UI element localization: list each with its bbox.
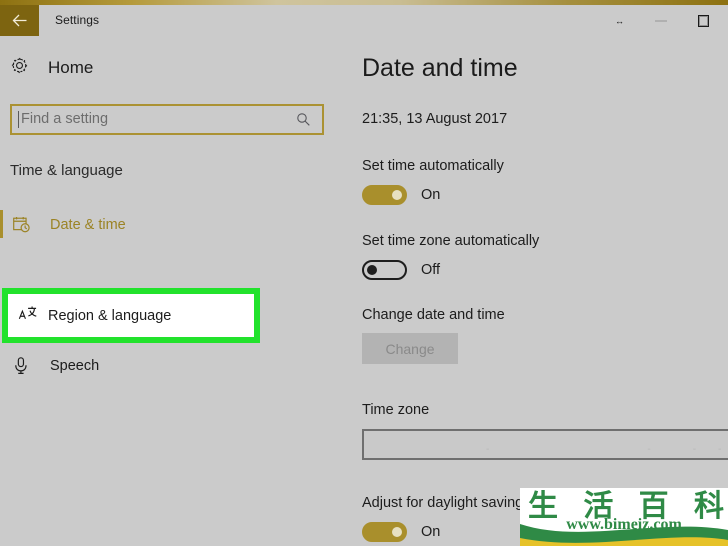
change-date-time-label: Change date and time (362, 307, 505, 323)
timezone-faded-marks: - - - - (364, 444, 728, 455)
maximize-icon (697, 14, 709, 27)
tz-mark: - (692, 444, 697, 455)
back-button[interactable] (0, 5, 39, 36)
sidebar-item-label: Date & time (50, 216, 126, 233)
current-datetime: 21:35, 13 August 2017 (362, 111, 508, 127)
set-time-automatically-field: Set time automatically On (362, 158, 728, 205)
search-input[interactable]: Find a setting (10, 104, 324, 135)
text-caret (18, 111, 19, 128)
sidebar-nav: Date & time Region & language Speech (0, 202, 330, 388)
window-controls: ↔ (598, 5, 724, 36)
back-arrow-icon (11, 13, 28, 28)
set-timezone-automatically-state: Off (421, 262, 441, 278)
sidebar-section-header: Time & language (10, 162, 123, 179)
set-timezone-automatically-toggle[interactable] (362, 260, 407, 280)
minimize-button[interactable] (640, 5, 682, 36)
page-title: Date and time (362, 54, 518, 82)
set-time-automatically-label: Set time automatically (362, 158, 504, 174)
sidebar-item-label: Region & language (48, 307, 172, 324)
maximize-button[interactable] (682, 5, 724, 36)
minimize-icon (655, 19, 667, 22)
change-date-time-field: Change date and time Change (362, 307, 728, 364)
settings-window: Settings ↔ Home Find a setting Time & la… (0, 0, 728, 546)
tz-mark: - (718, 444, 722, 455)
search-icon (296, 112, 311, 127)
toggle-knob (392, 190, 402, 200)
watermark-url: www.bimeiz.com (566, 516, 682, 533)
daylight-saving-toggle[interactable] (362, 522, 407, 542)
restore-button[interactable]: ↔ (598, 5, 640, 36)
main-content: Date and time 21:35, 13 August 2017 Set … (362, 40, 728, 546)
title-bar: Settings ↔ (0, 5, 728, 36)
home-label: Home (48, 58, 94, 77)
set-timezone-automatically-label: Set time zone automatically (362, 233, 540, 249)
gear-icon (10, 56, 29, 80)
restore-icon: ↔ (615, 15, 624, 26)
timezone-field: Time zone - - - - (362, 402, 728, 460)
microphone-icon (12, 356, 40, 375)
sidebar-item-date-time[interactable]: Date & time (0, 202, 330, 247)
timezone-label: Time zone (362, 402, 430, 418)
sidebar: Home Find a setting Time & language Date… (0, 40, 330, 546)
set-time-automatically-toggle[interactable] (362, 185, 407, 205)
toggle-knob (392, 527, 402, 537)
window-title: Settings (55, 13, 100, 27)
timezone-select[interactable]: - - - - (362, 429, 728, 460)
language-icon (18, 304, 38, 328)
set-time-automatically-row: On (362, 185, 728, 205)
calendar-clock-icon (12, 215, 40, 234)
tz-mark: - (486, 444, 490, 455)
set-time-automatically-state: On (421, 187, 441, 203)
sidebar-item-home[interactable]: Home (10, 56, 93, 80)
search-placeholder: Find a setting (21, 111, 109, 128)
watermark-overlay: 生 活 百 科 www.bimeiz.com (520, 488, 728, 546)
set-timezone-automatically-row: Off (362, 260, 728, 280)
sidebar-item-label: Speech (50, 357, 100, 374)
set-timezone-automatically-field: Set time zone automatically Off (362, 233, 728, 280)
sidebar-item-region-language[interactable]: Region & language (2, 288, 260, 343)
change-button[interactable]: Change (362, 333, 458, 364)
daylight-saving-state: On (421, 524, 441, 540)
toggle-knob (367, 265, 377, 275)
tz-mark: - (647, 444, 651, 455)
sidebar-item-speech[interactable]: Speech (0, 343, 330, 388)
